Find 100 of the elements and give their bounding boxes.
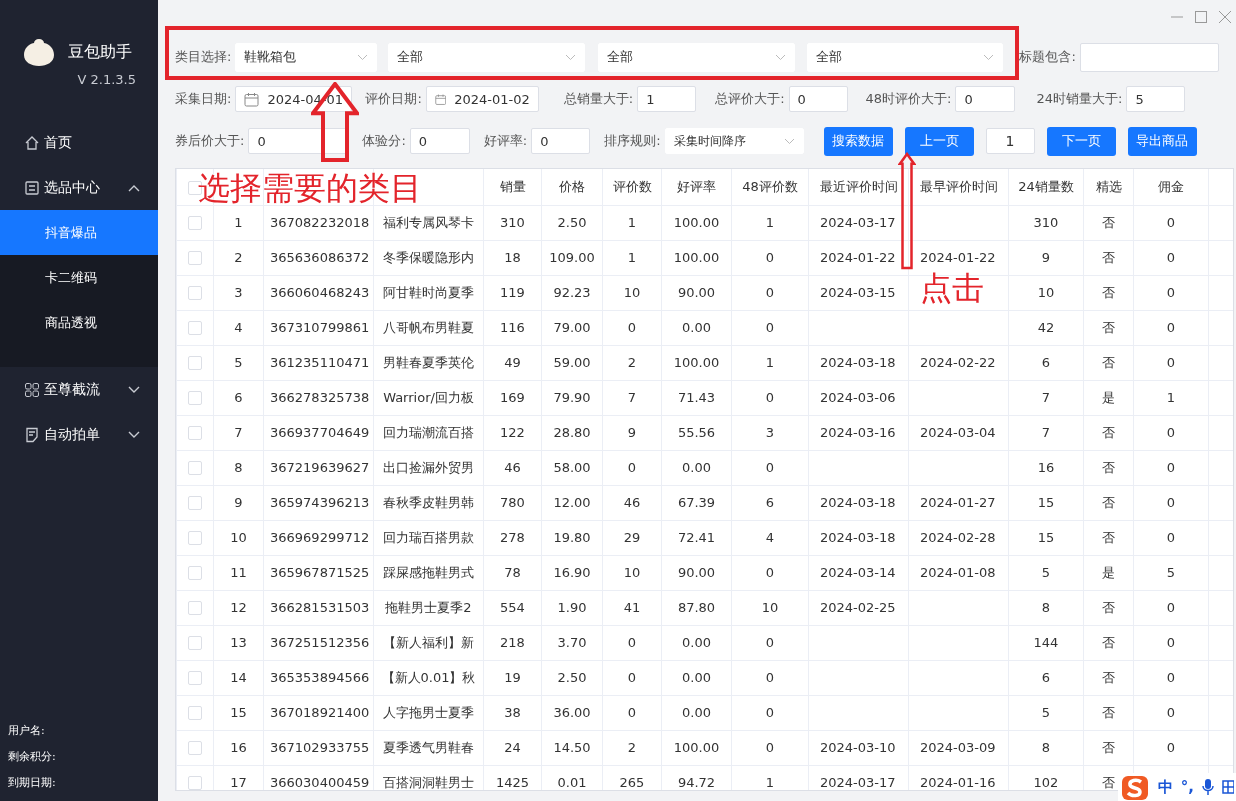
chevron-down-icon [983, 53, 995, 61]
column-header: 最近评价时间 [819, 178, 898, 194]
dropdown[interactable]: 全部 [807, 42, 1004, 72]
input-field[interactable]: 0 [788, 86, 848, 112]
checkbox[interactable] [188, 391, 202, 406]
checkbox[interactable] [188, 776, 202, 790]
table-cell: 46 [623, 495, 641, 510]
column-header: 评价数 [612, 178, 652, 194]
close-icon[interactable] [1218, 10, 1232, 24]
table-cell: 92.23 [553, 285, 591, 300]
table-cell: 9 [234, 495, 243, 510]
checkbox[interactable] [188, 356, 202, 371]
table-cell: 780 [500, 495, 525, 510]
dropdown[interactable]: 采集时间降序 [664, 128, 804, 154]
checkbox[interactable] [188, 216, 202, 231]
table-cell: 365636086372 [270, 250, 370, 265]
action-button[interactable]: 搜索数据 [823, 126, 893, 156]
column-header: 精选 [1095, 178, 1122, 194]
checkbox[interactable] [188, 426, 202, 441]
ime-mode[interactable]: 中 [1157, 777, 1173, 797]
checkbox[interactable] [188, 321, 202, 336]
table-cell: 7 [1041, 425, 1051, 440]
table-cell: 否 [1102, 634, 1115, 650]
checkbox[interactable] [188, 461, 202, 476]
ime-logo-icon[interactable] [1119, 773, 1150, 801]
table-cell: 2.50 [557, 670, 587, 685]
table-cell: 29 [623, 530, 641, 545]
table-cell: 119 [500, 285, 525, 300]
ime-punctuation[interactable]: °, [1180, 778, 1194, 796]
input-field[interactable]: 0 [955, 86, 1016, 112]
nav-item[interactable]: 选品中心 [0, 165, 158, 210]
table-cell: 7 [234, 425, 243, 440]
action-button[interactable]: 上一页 [904, 126, 974, 156]
checkbox[interactable] [188, 286, 202, 301]
maximize-icon[interactable] [1194, 10, 1208, 24]
column-header: 佣金 [1158, 178, 1184, 194]
checkbox[interactable] [188, 636, 202, 651]
field-label: 券后价大于: [175, 132, 245, 150]
nav-subitem[interactable]: 商品透视 [0, 300, 158, 345]
table-cell: 36.00 [553, 705, 591, 720]
checkbox[interactable] [188, 706, 202, 721]
keyboard-icon[interactable] [1222, 779, 1234, 795]
annotation-text: 选择需要的类目 [198, 172, 422, 204]
table-cell: 踩屎感拖鞋男式 [383, 564, 474, 580]
action-button[interactable]: 导出商品 [1127, 126, 1197, 156]
input-field[interactable]: 0 [531, 128, 591, 154]
checkbox[interactable] [188, 531, 202, 546]
table-cell: 否 [1102, 704, 1115, 720]
table-cell: 366969299712 [270, 530, 370, 545]
table-cell: 24 [504, 740, 521, 755]
date-field[interactable]: 2024-01-02 [425, 86, 539, 112]
table-cell: 71.43 [677, 390, 716, 405]
table-cell: 10 [761, 600, 779, 615]
checkbox[interactable] [188, 671, 202, 686]
table-cell: 0 [1166, 355, 1176, 370]
table-cell: 2024-03-04 [920, 425, 996, 440]
table-cell: 0 [1166, 425, 1176, 440]
nav-item[interactable]: 至尊截流 [0, 367, 158, 412]
checkbox[interactable] [188, 496, 202, 511]
input-field[interactable]: 1 [637, 86, 697, 112]
input-field[interactable]: 1 [985, 128, 1035, 154]
checkbox[interactable] [188, 566, 202, 581]
checkbox[interactable] [188, 741, 202, 756]
dropdown[interactable]: 全部 [598, 42, 796, 72]
table-cell: 0 [1166, 670, 1176, 685]
table-cell: 1.90 [557, 600, 587, 615]
checkbox[interactable] [188, 601, 202, 616]
input-field[interactable]: 0 [409, 128, 470, 154]
table-cell: 0 [1166, 495, 1176, 510]
table-cell: 8 [1041, 740, 1051, 755]
table-cell: 否 [1102, 354, 1115, 370]
table-cell: 100.00 [673, 355, 720, 370]
arrow-icon [898, 152, 916, 270]
nav-item[interactable]: 首页 [0, 120, 158, 165]
microphone-icon[interactable] [1202, 778, 1214, 796]
table-cell: 1 [627, 215, 637, 230]
table-cell: 0.00 [682, 320, 711, 335]
nav-subitem[interactable]: 抖音爆品 [0, 210, 158, 255]
action-button[interactable]: 下一页 [1046, 126, 1116, 156]
table-cell: 0 [627, 705, 637, 720]
annotation-text: 点击 [920, 272, 984, 304]
input-field[interactable] [1079, 42, 1219, 72]
nav-item[interactable]: 自动拍单 [0, 412, 158, 457]
checkbox[interactable] [188, 251, 202, 266]
table-cell: 367251512356 [270, 635, 370, 650]
dropdown[interactable]: 全部 [388, 42, 586, 72]
table-cell: 6 [1041, 670, 1051, 685]
nav-subitem[interactable]: 卡二维码 [0, 255, 158, 300]
table-cell: 16 [230, 740, 247, 755]
table-cell: 366937704649 [270, 425, 370, 440]
input-field[interactable]: 5 [1126, 86, 1186, 112]
table-cell: 0 [765, 670, 775, 685]
dropdown[interactable]: 鞋靴箱包 [235, 42, 378, 72]
table-cell: 【新人0.01】秋 [381, 669, 476, 685]
table-cell: 16 [1037, 460, 1055, 475]
table-cell: 1 [1166, 390, 1176, 405]
table-cell: 拖鞋男士夏季2 [385, 599, 472, 615]
table-cell: 1 [765, 355, 775, 370]
table-cell: 2024-03-18 [820, 495, 896, 510]
table-cell: 回力瑞百搭男款 [383, 529, 474, 545]
